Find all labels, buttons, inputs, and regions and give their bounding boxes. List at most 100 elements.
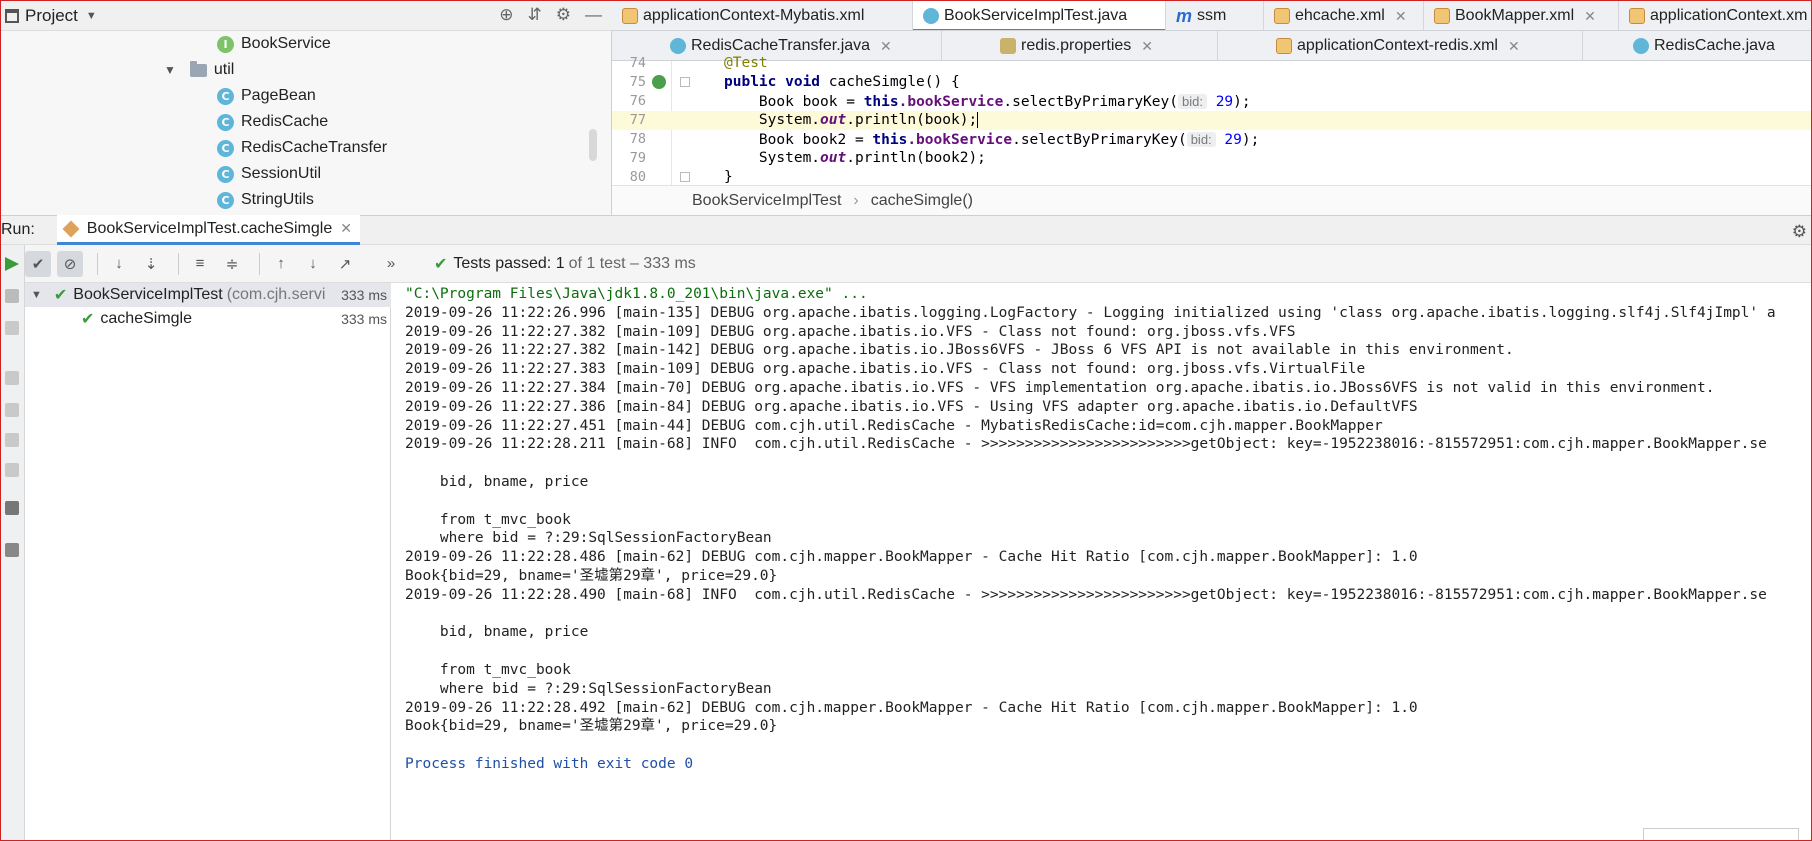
tab-label: ehcache.xml bbox=[1295, 7, 1385, 24]
tree-item-rediscachetransfer[interactable]: C RedisCacheTransfer bbox=[217, 135, 387, 161]
run-side-toolbar bbox=[1, 245, 25, 840]
console-line: 2019-09-26 11:22:28.486 [main-62] DEBUG … bbox=[405, 549, 1418, 566]
parameter-hint: bid: bbox=[1186, 132, 1216, 147]
console-line: "C:\Program Files\Java\jdk1.8.0_201\bin\… bbox=[405, 286, 868, 302]
minimize-icon[interactable]: — bbox=[585, 5, 602, 25]
more-icon[interactable]: » bbox=[378, 251, 404, 277]
line-number: 76 bbox=[629, 93, 646, 109]
line-number: 77 bbox=[629, 112, 646, 128]
tab-label: redis.properties bbox=[1021, 37, 1132, 54]
class-icon: C bbox=[217, 87, 234, 105]
collapse-all-icon[interactable]: ≑ bbox=[219, 251, 245, 277]
close-icon[interactable]: ✕ bbox=[880, 38, 892, 55]
pin-icon[interactable] bbox=[5, 543, 19, 557]
tree-item-pagebean[interactable]: C PageBean bbox=[217, 83, 316, 109]
divider bbox=[97, 252, 98, 275]
code-editor[interactable]: 74 @Test 75 public void cacheSimgle() { … bbox=[612, 55, 1811, 185]
test-row-suite[interactable]: ▼ ✔ BookServiceImplTest (com.cjh.servi 3… bbox=[25, 283, 391, 307]
fold-icon[interactable] bbox=[680, 172, 690, 182]
tree-item-label: BookService bbox=[241, 35, 331, 52]
export-icon[interactable]: ↗ bbox=[332, 251, 358, 277]
tree-item-label: util bbox=[213, 61, 235, 78]
expand-all-icon[interactable]: ≡ bbox=[187, 251, 213, 277]
locate-icon[interactable]: ⊕ bbox=[499, 5, 513, 25]
code-line: 78 Book book2 = this.bookService.selectB… bbox=[612, 130, 1811, 149]
gear-icon[interactable]: ⚙ bbox=[556, 5, 571, 25]
close-icon[interactable]: ✕ bbox=[1395, 8, 1407, 25]
tab-applicationcontext[interactable]: applicationContext.xm bbox=[1619, 1, 1811, 30]
tree-item-util[interactable]: ▼ util bbox=[164, 57, 234, 83]
arrow-down-icon[interactable]: ↓ bbox=[300, 251, 326, 277]
tree-item-label: RedisCache bbox=[241, 113, 329, 130]
show-passed-icon[interactable]: ✔ bbox=[25, 250, 51, 277]
close-icon[interactable]: ✕ bbox=[1141, 38, 1153, 55]
console-line: bid, bname, price bbox=[405, 624, 589, 641]
toggle-auto-test-icon[interactable] bbox=[5, 321, 19, 335]
chevron-down-icon[interactable]: ▼ bbox=[86, 10, 97, 22]
stop-icon[interactable] bbox=[5, 371, 19, 385]
xml-file-icon bbox=[1274, 8, 1290, 24]
close-icon[interactable]: ✕ bbox=[1508, 38, 1520, 55]
tab-ehcache[interactable]: ehcache.xml ✕ bbox=[1264, 1, 1424, 30]
tab-applicationcontext-mybatis[interactable]: applicationContext-Mybatis.xml bbox=[612, 1, 913, 30]
breadcrumb-class[interactable]: BookServiceImplTest bbox=[692, 192, 841, 210]
test-toolbar: ✔ ⊘ ↓ ⇣ ≡ ≑ ↑ ↓ ↗ » ✔ Tests passed: 1 of… bbox=[25, 245, 1811, 283]
settings-icon[interactable] bbox=[5, 433, 19, 447]
scroll-corner bbox=[1643, 828, 1799, 840]
console-line: 2019-09-26 11:22:27.451 [main-44] DEBUG … bbox=[405, 417, 1383, 434]
rerun-failed-icon[interactable] bbox=[5, 289, 19, 303]
test-config-icon bbox=[62, 220, 80, 237]
tab-label: ssm bbox=[1197, 7, 1227, 24]
camera-icon[interactable] bbox=[5, 403, 19, 417]
show-ignored-icon[interactable]: ⊘ bbox=[57, 250, 83, 277]
project-icon bbox=[5, 8, 19, 23]
console-line: 2019-09-26 11:22:28.211 [main-68] INFO c… bbox=[405, 436, 1767, 453]
tree-scrollbar[interactable] bbox=[589, 129, 597, 161]
arrow-up-icon[interactable]: ↑ bbox=[268, 251, 294, 277]
chevron-down-icon[interactable]: ▼ bbox=[31, 289, 42, 301]
console-output[interactable]: "C:\Program Files\Java\jdk1.8.0_201\bin\… bbox=[392, 283, 1811, 840]
tab-ssm[interactable]: m ssm bbox=[1166, 1, 1264, 30]
editor-area: applicationContext-Mybatis.xml BookServi… bbox=[612, 1, 1811, 215]
tree-item-stringutils[interactable]: C StringUtils bbox=[217, 187, 314, 213]
sort-alpha-icon[interactable]: ↓ bbox=[106, 251, 132, 277]
tree-item-label: StringUtils bbox=[241, 191, 314, 208]
tab-bookserviceimpltest[interactable]: BookServiceImplTest.java bbox=[913, 1, 1166, 30]
breadcrumb-method[interactable]: cacheSimgle() bbox=[871, 192, 973, 210]
close-icon[interactable]: ✕ bbox=[1584, 8, 1596, 25]
project-header[interactable]: Project ▼ ⊕ ⇵ ⚙ — bbox=[1, 1, 612, 31]
tree-item-sessionutil[interactable]: C SessionUtil bbox=[217, 161, 321, 187]
java-class-icon bbox=[923, 8, 939, 24]
fold-icon[interactable] bbox=[680, 77, 690, 87]
console-line: from t_mvc_book bbox=[405, 662, 571, 678]
tree-item-bookservice[interactable]: I BookService bbox=[217, 31, 331, 57]
chevron-right-icon: › bbox=[853, 191, 859, 209]
test-row-method[interactable]: ✔ cacheSimgle 333 ms bbox=[25, 307, 391, 331]
ide-window: Project ▼ ⊕ ⇵ ⚙ — I BookService ▼ util C… bbox=[0, 0, 1812, 841]
code-line: 74 @Test bbox=[612, 54, 1811, 73]
project-header-tools: ⊕ ⇵ ⚙ — bbox=[499, 5, 602, 25]
rerun-icon[interactable] bbox=[5, 257, 19, 271]
gear-icon[interactable]: ⚙ bbox=[1792, 222, 1807, 242]
check-icon: ✔ bbox=[81, 311, 95, 328]
layout-icon[interactable] bbox=[5, 501, 19, 515]
close-icon[interactable]: ✕ bbox=[340, 220, 352, 237]
run-test-icon[interactable] bbox=[652, 75, 666, 89]
code-text: System.out.println(book); bbox=[724, 112, 979, 128]
java-class-icon bbox=[670, 38, 686, 54]
tab-label: applicationContext-Mybatis.xml bbox=[643, 7, 865, 24]
class-icon: C bbox=[217, 139, 234, 157]
code-text: System.out.println(book2); bbox=[724, 150, 986, 166]
sort-duration-icon[interactable]: ⇣ bbox=[138, 251, 164, 277]
test-duration: 333 ms bbox=[341, 311, 387, 327]
tab-bookmapper[interactable]: BookMapper.xml ✕ bbox=[1424, 1, 1619, 30]
export-icon[interactable] bbox=[5, 463, 19, 477]
collapse-all-icon[interactable]: ⇵ bbox=[528, 5, 542, 25]
console-line: 2019-09-26 11:22:27.386 [main-84] DEBUG … bbox=[405, 398, 1418, 415]
code-text: Book book2 = this.bookService.selectByPr… bbox=[724, 132, 1260, 148]
run-tab[interactable]: BookServiceImplTest.cacheSimgle ✕ bbox=[56, 215, 360, 245]
chevron-down-icon[interactable]: ▼ bbox=[164, 63, 176, 77]
tree-item-rediscache[interactable]: C RedisCache bbox=[217, 109, 328, 135]
divider bbox=[259, 252, 260, 275]
